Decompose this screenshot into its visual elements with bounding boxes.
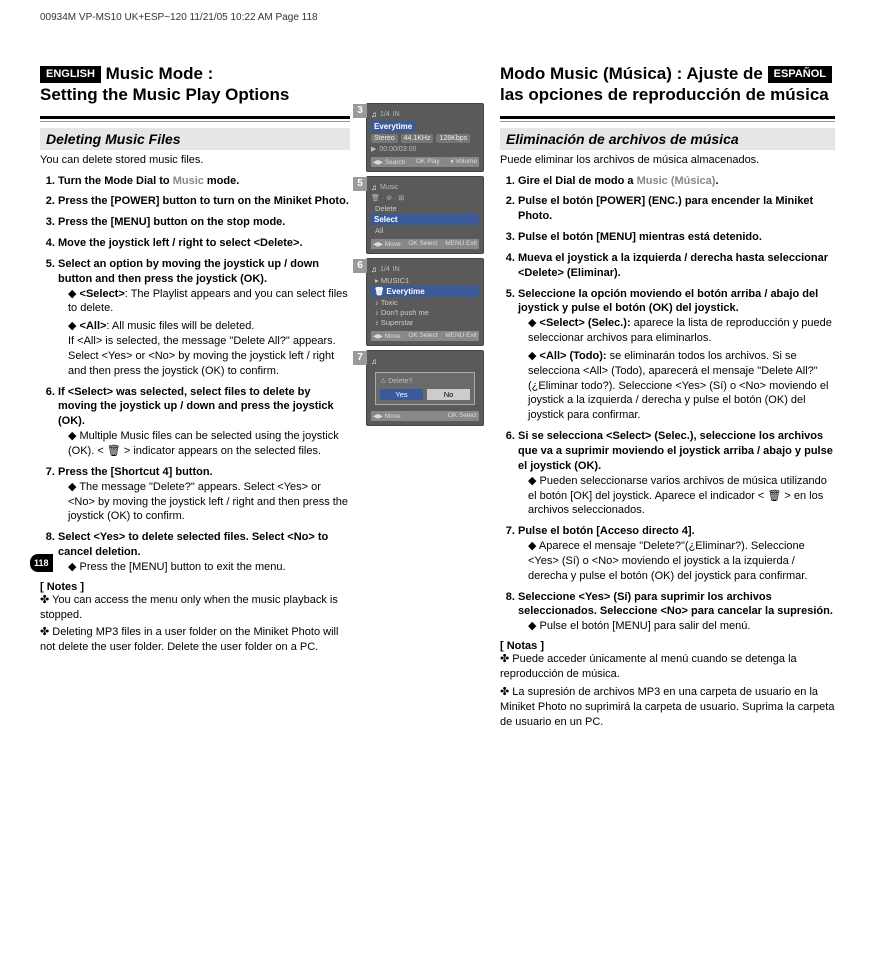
notes-head-es: [ Notas ] [500,640,835,652]
step-2: Press the [POWER] button to turn on the … [58,194,350,209]
figure-5: 5 Music 🗑 · ⊘ · ⊞ Delete Select All ◀▶ M… [366,176,484,254]
title-en-2: Setting the Music Play Options [40,84,350,105]
es-step-5b: <All> (Todo): se eliminarán todos los ar… [528,349,835,423]
fig-badge-7: 7 [353,351,367,365]
es-step-4: Mueva el joystick a la izquierda / derec… [518,251,835,281]
step-7a: The message "Delete?" appears. Select <Y… [68,480,350,525]
es-step-7a: Aparece el mensaje "Delete?"(¿Eliminar?)… [528,539,835,584]
fig-badge-5: 5 [353,177,367,191]
step-6: If <Select> was selected, select files t… [58,385,350,459]
intro-es: Puede eliminar los archivos de música al… [500,154,835,166]
rule [40,116,350,122]
es-step-8a: Pulse el botón [MENU] para salir del men… [528,619,835,634]
step-8a: Press the [MENU] button to exit the menu… [68,560,350,575]
note-2-es: La supresión de archivos MP3 en una carp… [500,685,835,730]
es-step-5: Seleccione la opción moviendo el botón a… [518,287,835,424]
step-5b: <All>: All music files will be deleted.I… [68,319,350,378]
title-es-1: Modo Music (Música) : Ajuste de [500,64,763,83]
step-1: Turn the Mode Dial to Music mode. [58,174,350,189]
es-step-2: Pulse el botón [POWER] (ENC.) para encen… [518,194,835,224]
es-step-8: Seleccione <Yes> (Sí) para suprimir los … [518,590,835,635]
step-3: Press the [MENU] button on the stop mode… [58,215,350,230]
step-7: Press the [Shortcut 4] button. The messa… [58,465,350,524]
rule-es [500,116,835,122]
step-8: Select <Yes> to delete selected files. S… [58,530,350,575]
figure-7: 7 ⚠ Delete? YesNo ◀▶ MoveOK Select [366,350,484,426]
intro-en: You can delete stored music files. [40,154,350,166]
title-es-2: las opciones de reproducción de música [500,84,835,105]
fig-badge-3: 3 [353,104,367,118]
subhead-en: Deleting Music Files [40,128,350,150]
step-4: Move the joystick left / right to select… [58,236,350,251]
es-step-6: Si se selecciona <Select> (Selec.), sele… [518,429,835,518]
note-2-en: Deleting MP3 files in a user folder on t… [40,625,350,655]
figure-6: 6 1/4 IN ▸ MUSIC1 🗑 Everytime ♪ Toxic ♪ … [366,258,484,346]
lang-badge-en: ENGLISH [40,66,101,84]
step-5: Select an option by moving the joystick … [58,257,350,379]
lang-badge-es: ESPAÑOL [768,66,832,84]
notes-head-en: [ Notes ] [40,581,350,593]
es-step-3: Pulse el botón [MENU] mientras está dete… [518,230,835,245]
note-1-en: You can access the menu only when the mu… [40,593,350,623]
note-1-es: Puede acceder únicamente al menú cuando … [500,652,835,682]
step-6a: Multiple Music files can be selected usi… [68,429,350,459]
es-step-5a: <Select> (Selec.): aparece la lista de r… [528,316,835,346]
es-step-6a: Pueden seleccionarse varios archivos de … [528,474,835,519]
es-step-1: Gire el Dial de modo a Music (Música). [518,174,835,189]
title-en: ENGLISH Music Mode : Setting the Music P… [40,63,350,106]
fig-badge-6: 6 [353,259,367,273]
subhead-es: Eliminación de archivos de música [500,128,835,150]
title-en-1: Music Mode : [106,64,214,83]
es-step-7: Pulse el botón [Acceso directo 4]. Apare… [518,524,835,583]
figure-3: 3 1/4 IN Everytime Stereo44.1KHz128Kbps … [366,103,484,172]
step-5a: <Select>: <Select>: The Playlist appears… [68,287,350,317]
page-number: 118 [30,554,53,572]
title-es: Modo Music (Música) : Ajuste de ESPAÑOL … [500,63,835,106]
print-header: 00934M VP-MS10 UK+ESP~120 11/21/05 10:22… [40,12,835,23]
